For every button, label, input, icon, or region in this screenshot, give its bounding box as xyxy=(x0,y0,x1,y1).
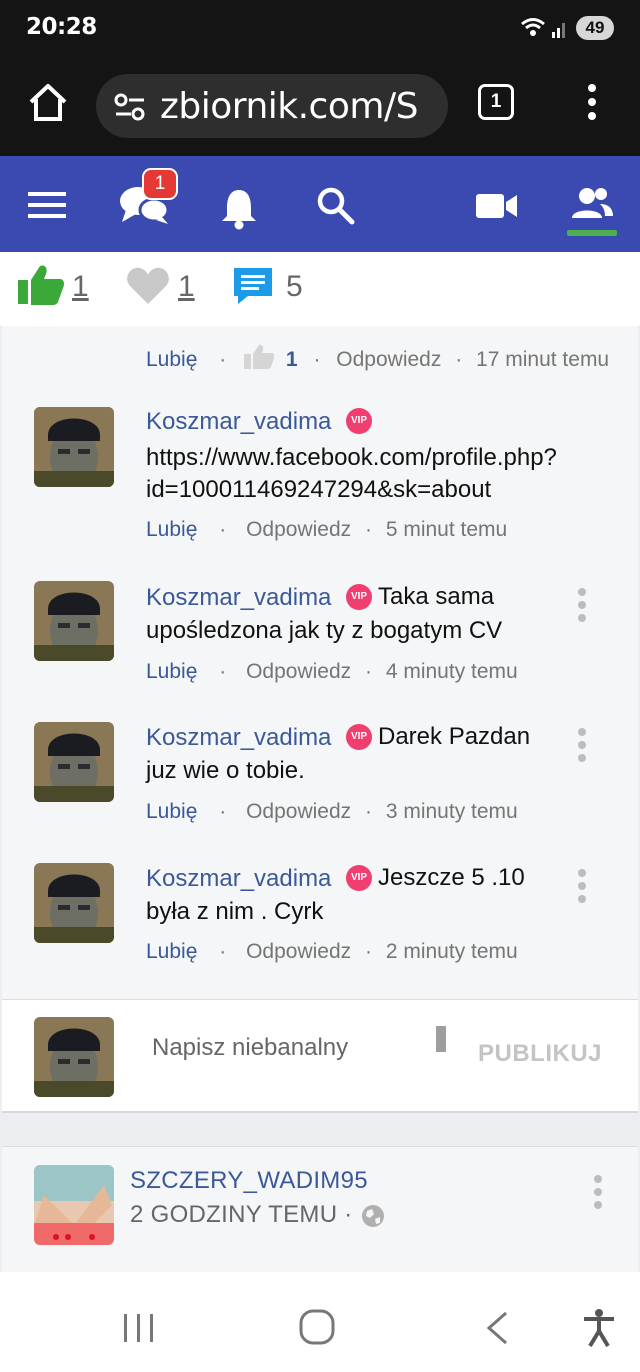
avatar-image xyxy=(34,581,114,661)
own-avatar xyxy=(34,1017,114,1097)
url-text: zbiornik.com/S xyxy=(160,86,418,127)
vip-badge: VIP xyxy=(346,584,372,610)
comment-time: 4 minuty temu xyxy=(385,660,518,683)
search-icon[interactable] xyxy=(316,186,356,226)
address-bar[interactable]: zbiornik.com/S xyxy=(96,74,448,138)
publish-button[interactable]: PUBLIKUJ xyxy=(478,1040,602,1068)
comments-section: Lubię · 1 · Odpowiedz · 17 minut temu Ko… xyxy=(2,326,638,999)
clock: 20:28 xyxy=(26,14,97,40)
reply-link[interactable]: Odpowiedz xyxy=(246,660,351,683)
tab-switcher-button[interactable]: 1 xyxy=(478,84,514,120)
vip-badge: VIP xyxy=(346,408,372,434)
site-settings-icon[interactable] xyxy=(114,92,146,122)
reply-link[interactable]: Odpowiedz xyxy=(246,518,351,541)
comment-actions: Lubię · Odpowiedz · 2 minuty temu xyxy=(146,940,518,963)
comment-composer: Napisz niebanalny PUBLIKUJ xyxy=(2,999,638,1113)
avatar[interactable] xyxy=(34,407,114,487)
avatar[interactable] xyxy=(34,722,114,802)
notifications-bell-icon[interactable] xyxy=(220,186,258,230)
like-link[interactable]: Lubię xyxy=(146,518,197,541)
reply-link[interactable]: Odpowiedz xyxy=(246,940,351,963)
comment-text: Taka sama xyxy=(378,583,495,610)
menu-icon[interactable] xyxy=(28,190,68,220)
comments-icon[interactable] xyxy=(232,266,274,306)
comment-text: Jeszcze 5 .10 xyxy=(378,864,525,891)
avatar-image xyxy=(34,722,114,802)
comment-author[interactable]: Koszmar_vadima xyxy=(146,408,331,436)
avatar-image xyxy=(34,407,114,487)
globe-icon xyxy=(362,1205,384,1227)
avatar[interactable] xyxy=(34,581,114,661)
thumbs-up-small-icon xyxy=(244,344,275,369)
comment-actions: Lubię · Odpowiedz · 3 minuty temu xyxy=(146,800,518,823)
vip-badge: VIP xyxy=(346,724,372,750)
comment-text: Darek Pazdan xyxy=(378,723,531,750)
accessibility-icon[interactable] xyxy=(582,1308,616,1348)
active-tab-indicator xyxy=(567,230,617,236)
comment-text: upośledzona jak ty z bogatym CV xyxy=(146,617,503,644)
comment-text: https://www.facebook.com/profile.php? xyxy=(146,444,557,471)
comment-actions: Lubię · Odpowiedz · 4 minuty temu xyxy=(146,660,518,683)
vip-badge: VIP xyxy=(346,865,372,891)
like-link[interactable]: Lubię xyxy=(146,800,197,823)
comment-time: 3 minuty temu xyxy=(385,800,518,823)
thumbs-up-icon[interactable] xyxy=(18,264,64,306)
comment-author[interactable]: Koszmar_vadima xyxy=(146,584,331,612)
text-caret xyxy=(436,1026,446,1052)
heart-icon[interactable] xyxy=(126,266,170,306)
recent-apps-icon[interactable] xyxy=(122,1312,156,1344)
hearts-count[interactable]: 1 xyxy=(178,270,195,304)
next-post-header: SZCZERY_WADIM95 2 GODZINY TEMU · xyxy=(2,1146,638,1272)
comment-time: 2 minuty temu xyxy=(385,940,518,963)
avatar-image xyxy=(34,1017,114,1097)
home-button-icon[interactable] xyxy=(298,1308,336,1346)
browser-toolbar: zbiornik.com/S 1 xyxy=(0,56,640,156)
video-icon[interactable] xyxy=(476,192,518,220)
like-link[interactable]: Lubię xyxy=(146,348,197,371)
comment-author[interactable]: Koszmar_vadima xyxy=(146,724,331,752)
comment-options-icon[interactable] xyxy=(577,588,587,624)
home-icon[interactable] xyxy=(26,80,70,124)
post-avatar[interactable] xyxy=(34,1165,114,1245)
comment-like-count: 1 xyxy=(285,348,298,371)
reply-link[interactable]: Odpowiedz xyxy=(336,348,441,371)
post-reactions: 1 1 5 xyxy=(0,252,640,326)
avatar-image xyxy=(34,863,114,943)
like-link[interactable]: Lubię xyxy=(146,940,197,963)
avatar-image xyxy=(34,1165,114,1245)
wifi-signal-icon xyxy=(521,18,565,38)
comment-text: juz wie o tobie. xyxy=(146,757,305,784)
likes-count[interactable]: 1 xyxy=(72,270,89,304)
friends-icon[interactable] xyxy=(570,184,614,224)
comments-count[interactable]: 5 xyxy=(286,270,303,304)
comment-actions: Lubię · Odpowiedz · 5 minut temu xyxy=(146,518,508,541)
battery-indicator: 49 xyxy=(576,16,614,40)
comment-author[interactable]: Koszmar_vadima xyxy=(146,865,331,893)
reply-link[interactable]: Odpowiedz xyxy=(246,800,351,823)
messages-badge: 1 xyxy=(142,168,178,200)
system-navigation-bar xyxy=(0,1272,640,1372)
comment-time: 17 minut temu xyxy=(476,348,610,371)
comment-options-icon[interactable] xyxy=(577,728,587,764)
like-link[interactable]: Lubię xyxy=(146,660,197,683)
more-options-icon[interactable] xyxy=(584,82,600,122)
comment-options-icon[interactable] xyxy=(577,869,587,905)
app-navigation: 1 xyxy=(0,156,640,252)
back-icon[interactable] xyxy=(484,1310,510,1346)
avatar[interactable] xyxy=(34,863,114,943)
comment-input[interactable]: Napisz niebanalny xyxy=(152,1034,348,1062)
comment-time: 5 minut temu xyxy=(385,518,508,541)
status-bar: 20:28 49 xyxy=(0,0,640,56)
comment-text: była z nim . Cyrk xyxy=(146,898,324,925)
post-time: 2 GODZINY TEMU · xyxy=(130,1201,353,1228)
post-options-icon[interactable] xyxy=(593,1175,603,1211)
earlier-comment-actions: Lubię · 1 · Odpowiedz · 17 minut temu xyxy=(146,344,609,372)
comment-text: id=100011469247294&sk=about xyxy=(146,476,492,503)
post-author[interactable]: SZCZERY_WADIM95 xyxy=(130,1167,368,1195)
